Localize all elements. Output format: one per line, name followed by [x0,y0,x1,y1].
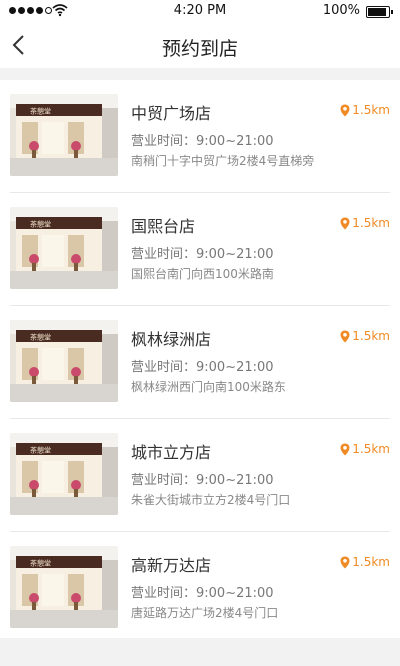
store-distance-text: 1.5km [352,329,390,343]
store-item[interactable]: 茶憩堂 城市立方店 1.5km 营业时间：9:00~21:00 朱雀大街城市立方… [10,419,390,532]
storefront-image: 茶憩堂 [10,546,118,628]
store-item[interactable]: 茶憩堂 枫林绿洲店 1.5km 营业时间：9:00~21:00 枫林绿洲西门向南… [10,306,390,419]
store-distance: 1.5km [340,103,390,117]
store-sign-text: 茶憩堂 [30,446,51,455]
store-photo: 茶憩堂 [10,207,118,289]
store-address: 朱雀大街城市立方2楼4号门口 [131,493,291,507]
store-name: 枫林绿洲店 [131,330,212,349]
store-photo: 茶憩堂 [10,94,118,176]
store-hours: 营业时间：9:00~21:00 [131,586,274,601]
storefront-image: 茶憩堂 [10,433,118,515]
store-distance: 1.5km [340,442,390,456]
store-distance: 1.5km [340,555,390,569]
store-sign-text: 茶憩堂 [30,333,51,342]
location-pin-icon [340,104,350,116]
store-name: 中贸广场店 [131,104,212,123]
status-bar: 4:20 PM 100% [0,0,400,22]
store-hours: 营业时间：9:00~21:00 [131,134,274,149]
page-title: 预约到店 [161,38,238,60]
store-address: 唐延路万达广场2楼4号门口 [131,606,279,620]
store-item[interactable]: 茶憩堂 高新万达店 1.5km 营业时间：9:00~21:00 唐延路万达广场2… [10,532,390,644]
store-item[interactable]: 茶憩堂 国熙台店 1.5km 营业时间：9:00~21:00 国熙台南门向西10… [10,193,390,306]
store-hours: 营业时间：9:00~21:00 [131,360,274,375]
store-sign-text: 茶憩堂 [30,220,51,229]
storefront-image: 茶憩堂 [10,94,118,176]
storefront-image: 茶憩堂 [10,320,118,402]
store-list: 茶憩堂 中贸广场店 1.5km 营业时间：9:00~21:00 南稍门十字中贸广… [0,80,400,638]
store-distance: 1.5km [340,329,390,343]
store-distance-text: 1.5km [352,103,390,117]
battery-icon [366,6,393,18]
store-distance-text: 1.5km [352,555,390,569]
battery-percentage: 100% [322,3,360,18]
store-address: 国熙台南门向西100米路南 [131,267,274,281]
store-photo: 茶憩堂 [10,320,118,402]
location-pin-icon [340,330,350,342]
store-photo: 茶憩堂 [10,433,118,515]
storefront-image: 茶憩堂 [10,207,118,289]
navigation-bar: 预约到店 [0,22,400,68]
store-distance: 1.5km [340,216,390,230]
store-address: 枫林绿洲西门向南100米路东 [131,380,286,394]
store-sign-text: 茶憩堂 [30,559,51,568]
store-name: 高新万达店 [131,556,212,575]
store-item[interactable]: 茶憩堂 中贸广场店 1.5km 营业时间：9:00~21:00 南稍门十字中贸广… [10,80,390,193]
store-name: 国熙台店 [131,217,196,236]
store-name: 城市立方店 [131,443,212,462]
store-hours: 营业时间：9:00~21:00 [131,473,274,488]
battery-fill [368,8,386,16]
location-pin-icon [340,443,350,455]
store-address: 南稍门十字中贸广场2楼4号直梯旁 [131,154,315,168]
location-pin-icon [340,217,350,229]
store-photo: 茶憩堂 [10,546,118,628]
store-distance-text: 1.5km [352,216,390,230]
store-sign-text: 茶憩堂 [30,107,51,116]
location-pin-icon [340,556,350,568]
store-distance-text: 1.5km [352,442,390,456]
store-hours: 营业时间：9:00~21:00 [131,247,274,262]
